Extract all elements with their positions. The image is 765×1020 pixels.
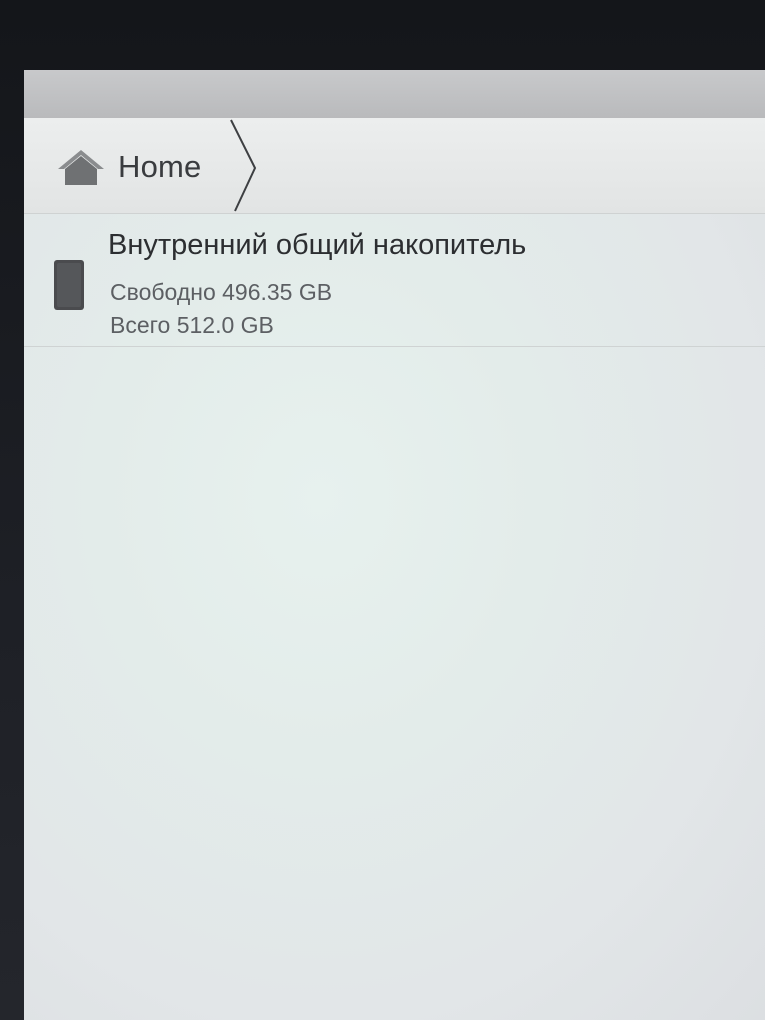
breadcrumb: Home <box>24 118 765 214</box>
screen: Home Внутренний общий накопитель Свободн… <box>24 70 765 1020</box>
storage-list-item[interactable]: Внутренний общий накопитель Свободно 496… <box>24 213 765 347</box>
breadcrumb-home-label: Home <box>118 149 202 184</box>
storage-title: Внутренний общий накопитель <box>108 229 527 261</box>
home-icon <box>56 147 106 187</box>
storage-total-space: Всего 512.0 GB <box>110 312 274 338</box>
phone-storage-icon <box>52 258 86 312</box>
breadcrumb-home[interactable]: Home <box>56 144 202 190</box>
chevron-right-icon <box>230 119 257 212</box>
status-bar <box>24 70 765 118</box>
storage-free-space: Свободно 496.35 GB <box>110 279 333 305</box>
